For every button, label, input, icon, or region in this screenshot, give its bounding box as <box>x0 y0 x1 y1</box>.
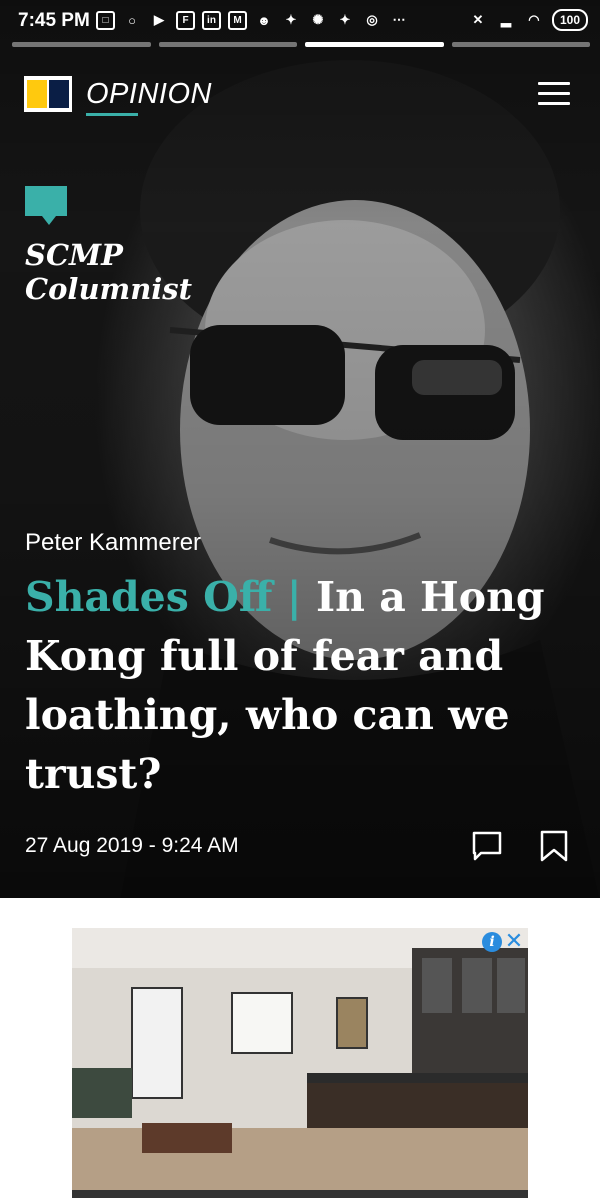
speech-bubble-icon <box>25 186 67 225</box>
status-time: 7:45 PM <box>18 10 90 31</box>
ad-info-icon[interactable]: i <box>482 932 502 952</box>
linkedin-icon: in <box>202 10 221 30</box>
columnist-label: SCMP Columnist <box>25 238 193 306</box>
comment-icon[interactable] <box>471 830 503 862</box>
app-icon: ☻ <box>257 12 271 28</box>
article-headline: Shades Off | In a Hong Kong full of fear… <box>25 568 585 804</box>
ad-close-icon[interactable]: ✕ <box>504 930 524 952</box>
wifi-icon: ◠ <box>528 12 540 27</box>
app-icon: ✦ <box>339 12 351 27</box>
flipboard-icon: F <box>176 10 195 30</box>
message-icon: ○ <box>128 12 136 28</box>
bookmark-icon[interactable] <box>538 830 570 862</box>
publish-date: 27 Aug 2019 - 9:24 AM <box>25 834 239 857</box>
section-title[interactable]: OPINION <box>86 78 212 111</box>
signal-icon: ▂ <box>500 12 511 27</box>
video-icon: ▶ <box>154 12 164 27</box>
ad-image <box>72 928 528 1198</box>
headline-kicker[interactable]: Shades Off | <box>25 573 302 621</box>
status-bar: 7:45 PM □ ○ ▶ F in M ☻ ✦ ✺ ✦ ◎ ⋯ ✕ ▂ ◠ 1… <box>0 0 600 42</box>
app-icon: ✺ <box>312 12 324 27</box>
mail-icon: M <box>228 10 247 30</box>
more-icon: ⋯ <box>392 12 406 27</box>
notification-icon: □ <box>96 10 115 30</box>
scmp-logo[interactable] <box>24 76 72 112</box>
instagram-icon: ◎ <box>366 12 378 27</box>
menu-button[interactable] <box>538 82 570 106</box>
author-name[interactable]: Peter Kammerer <box>25 529 201 557</box>
section-underline <box>86 113 138 116</box>
battery-icon: 100 <box>551 9 588 31</box>
menu-icon <box>538 82 570 85</box>
advertisement[interactable]: i ✕ <box>72 928 528 1198</box>
story-progress <box>12 42 590 47</box>
app-icon: ✦ <box>285 12 297 27</box>
mute-icon: ✕ <box>472 12 484 27</box>
